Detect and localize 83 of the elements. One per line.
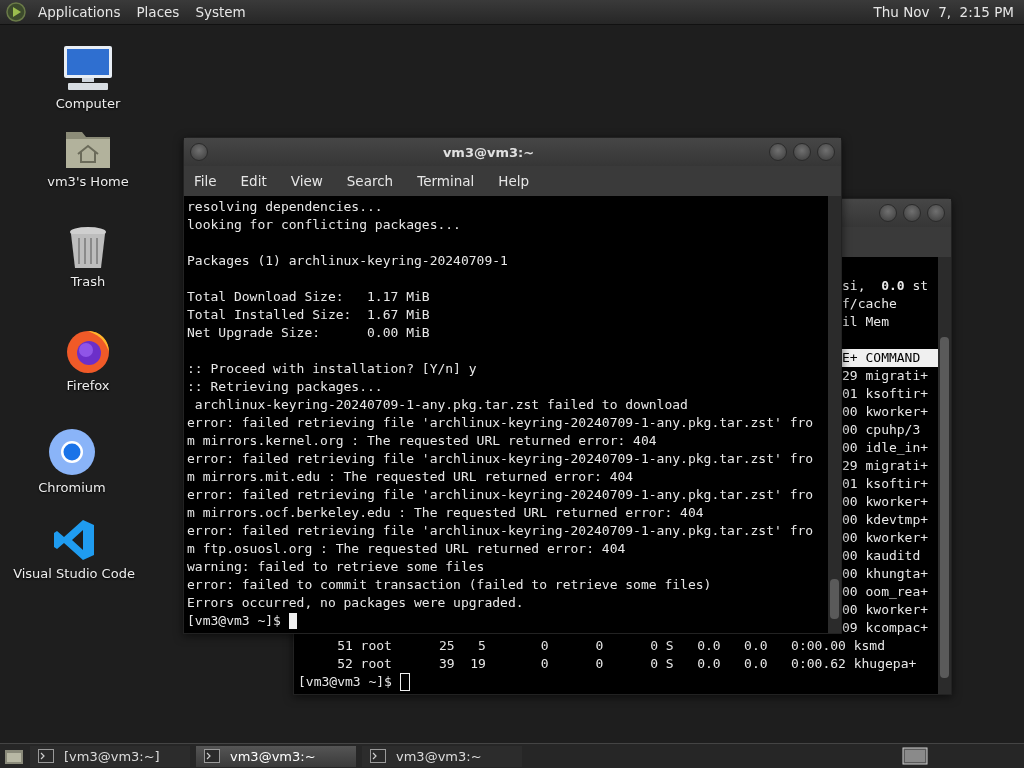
terminal-icon — [204, 749, 220, 763]
terminal-line: error: failed to commit transaction (failed to retrieve some files) — [187, 576, 713, 594]
text-cursor — [399, 673, 410, 691]
panel-menu[interactable]: Places — [130, 4, 186, 20]
terminal-line: si, 0.0 st — [842, 277, 930, 295]
process-row-text: 00 cpuhp/3 — [842, 421, 922, 439]
process-row-text: 09 kcompac+ — [842, 619, 930, 637]
desktop-shortcut[interactable]: Trash — [28, 226, 148, 289]
terminal-line: il Mem — [842, 313, 890, 331]
scrollbar[interactable] — [938, 257, 951, 694]
menu-item[interactable]: Help — [498, 173, 530, 189]
terminal-line: Total Download Size: 1.17 MiB — [187, 288, 431, 306]
menu-item[interactable]: Search — [346, 173, 394, 189]
process-row-text: 00 khungta+ — [842, 565, 930, 583]
desktop-shortcut[interactable]: vm3's Home — [28, 126, 148, 189]
terminal-icon — [370, 749, 386, 763]
window-button[interactable] — [190, 143, 208, 161]
menu-item[interactable]: Terminal — [417, 173, 475, 189]
window-button[interactable] — [793, 143, 811, 161]
trash-icon — [68, 226, 108, 270]
clock[interactable]: Thu Nov 7, 2:15 PM — [873, 4, 1018, 20]
terminal-line: m mirrors.ocf.berkeley.edu : The requested URL returned error: 404 — [187, 504, 705, 522]
workspace-icon[interactable] — [902, 747, 928, 765]
process-row-text: 00 kworker+ — [842, 493, 930, 511]
process-row-text: 51 root 25 5 0 0 0 S 0.0 0.0 0:00.00 ksmd — [336, 637, 886, 655]
shell-prompt: [vm3@vm3 ~]$ — [298, 673, 392, 691]
launcher-logo-icon[interactable] — [6, 2, 26, 22]
menu-item[interactable]: View — [290, 173, 323, 189]
terminal-line: Errors occurred, no packages were upgraded. — [187, 594, 525, 612]
process-row-text: 00 kworker+ — [842, 403, 930, 421]
terminal-line: error: failed retrieving file 'archlinux-keyring-20240709-1-any.pkg.tar.zst' fro — [187, 414, 815, 432]
text-cursor — [288, 613, 297, 629]
scrollbar[interactable] — [828, 196, 841, 633]
terminal-line: Net Upgrade Size: 0.00 MiB — [187, 324, 431, 342]
code-editor-icon — [52, 518, 96, 562]
process-row-text: 00 oom_rea+ — [842, 583, 930, 601]
monitor-icon — [62, 44, 114, 92]
panel-menu[interactable]: Applications — [32, 4, 127, 20]
terminal-line: archlinux-keyring-20240709-1-any.pkg.tar.zst failed to download — [193, 396, 689, 414]
terminal-line: :: Proceed with installation? [Y/n] y — [187, 360, 478, 378]
window-button[interactable] — [927, 204, 945, 222]
window-button[interactable] — [769, 143, 787, 161]
process-row-text: 00 idle_in+ — [842, 439, 930, 457]
process-row-text: 52 root 39 19 0 0 0 S 0.0 0.0 0:00.62 khugepa+ — [336, 655, 918, 673]
terminal-line: m mirrors.mit.edu : The requested URL returned error: 404 — [187, 468, 635, 486]
terminal-line: m mirrors.kernel.org : The requested URL returned error: 404 — [187, 432, 658, 450]
terminal-line: resolving dependencies... — [187, 198, 384, 216]
menu-item[interactable]: Edit — [240, 173, 267, 189]
window-title: vm3@vm3:~ — [442, 144, 535, 160]
panel-menu[interactable]: System — [189, 4, 252, 20]
process-row-text: 01 ksoftir+ — [842, 385, 930, 403]
window-button[interactable] — [903, 204, 921, 222]
shell-prompt: [vm3@vm3 ~]$ — [187, 612, 281, 630]
terminal-line: f/cache — [842, 295, 898, 313]
terminal-line: m ftp.osuosl.org : The requested URL returned error: 404 — [187, 540, 627, 558]
process-row-text: 00 kauditd — [842, 547, 922, 565]
terminal-icon — [38, 749, 54, 763]
desktop-shortcut[interactable]: Visual Studio Code — [14, 518, 134, 581]
taskbar-button[interactable]: vm3@vm3:~ — [196, 745, 356, 767]
terminal-line: warning: failed to retrieve some files — [187, 558, 486, 576]
window-button[interactable] — [817, 143, 835, 161]
desktop-shortcut[interactable]: Firefox — [28, 326, 148, 393]
desktop-shortcut[interactable]: Computer — [28, 44, 148, 111]
terminal-line: :: Retrieving packages... — [187, 378, 384, 396]
process-row-text: 00 kdevtmp+ — [842, 511, 930, 529]
chromium-icon — [48, 428, 96, 476]
process-row-text: 29 migrati+ — [842, 367, 930, 385]
show-desktop-icon[interactable] — [4, 747, 24, 765]
terminal-line: error: failed retrieving file 'archlinux-keyring-20240709-1-any.pkg.tar.zst' fro — [187, 522, 815, 540]
terminal-line: looking for conflicting packages... — [187, 216, 462, 234]
terminal-line: Total Installed Size: 1.67 MiB — [187, 306, 431, 324]
desktop-shortcut[interactable]: Chromium — [12, 428, 132, 495]
menu-item[interactable]: File — [194, 173, 217, 189]
terminal-line: error: failed retrieving file 'archlinux-keyring-20240709-1-any.pkg.tar.zst' fro — [187, 450, 815, 468]
process-row-text: 00 kworker+ — [842, 601, 930, 619]
terminal-line: error: failed retrieving file 'archlinux-keyring-20240709-1-any.pkg.tar.zst' fro — [187, 486, 815, 504]
taskbar-button[interactable]: [vm3@vm3:~] — [30, 745, 190, 767]
taskbar-button[interactable]: vm3@vm3:~ — [362, 745, 522, 767]
process-row-text: 29 migrati+ — [842, 457, 930, 475]
window-button[interactable] — [879, 204, 897, 222]
process-row-text: 00 kworker+ — [842, 529, 930, 547]
process-row-text: 01 ksoftir+ — [842, 475, 930, 493]
terminal-line: Packages (1) archlinux-keyring-20240709-1 — [187, 252, 509, 270]
